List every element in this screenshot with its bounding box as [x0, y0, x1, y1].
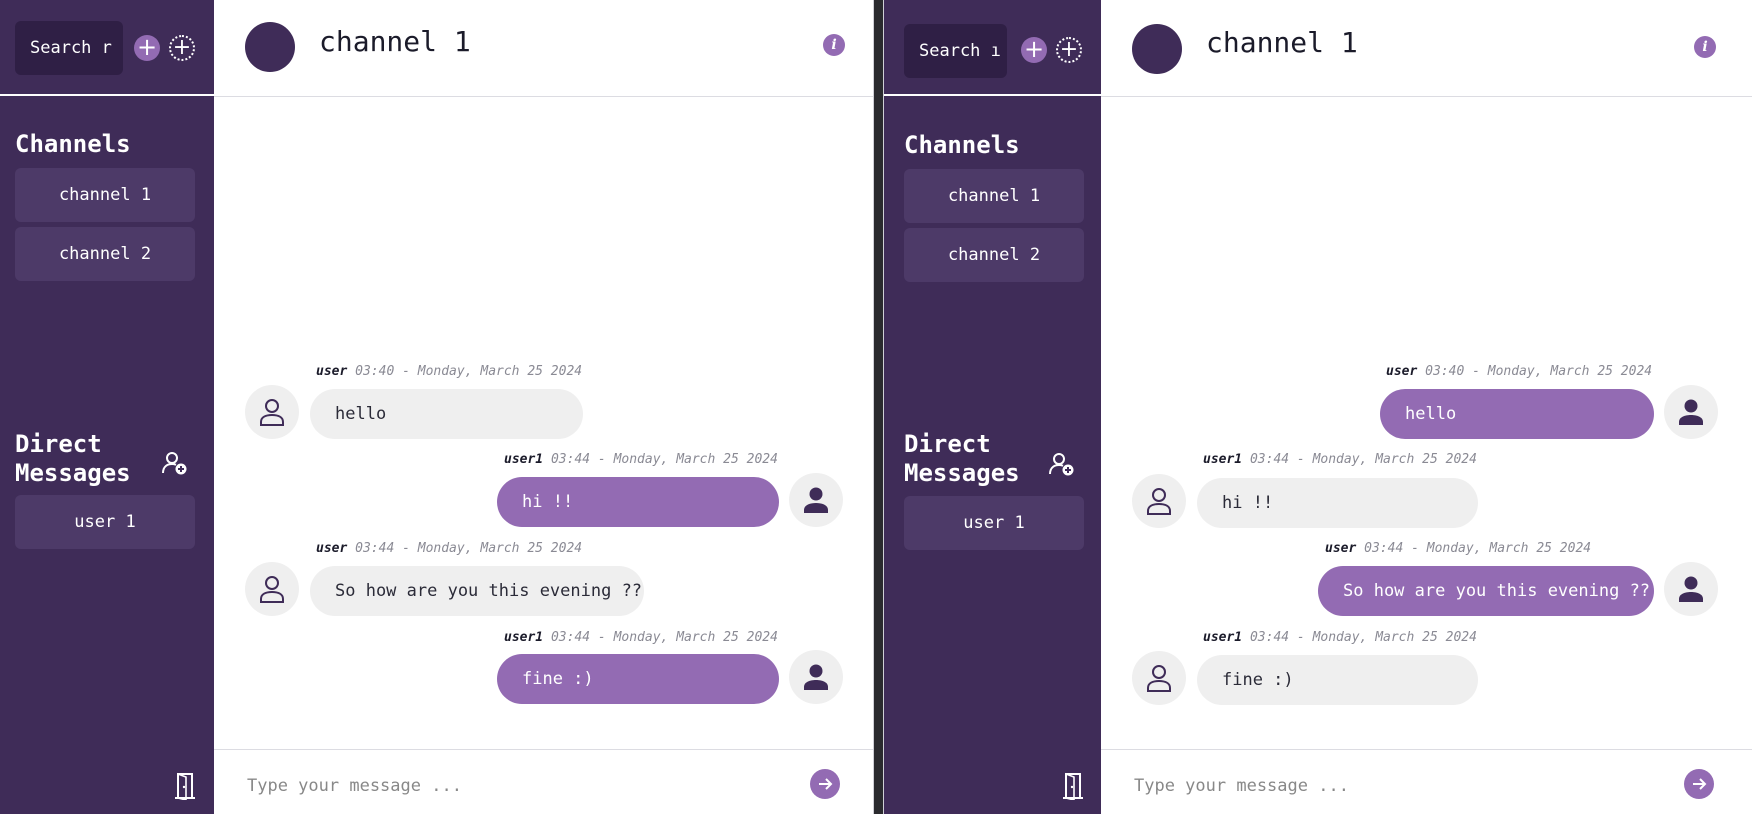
channel-title: channel 1 [319, 25, 471, 58]
message-bubble: hello [310, 389, 583, 439]
message-input[interactable] [1134, 772, 1694, 800]
avatar [245, 562, 299, 616]
message-bubble: fine :) [497, 654, 779, 704]
message-time: 03:44 - Monday, March 25 2024 [550, 452, 778, 467]
message-bubble: So how are you this evening ?? [1318, 566, 1654, 616]
join-channel-button[interactable]: + [1056, 37, 1082, 63]
message-time: 03:44 - Monday, March 25 2024 [355, 541, 583, 556]
message-meta: user1 03:44 - Monday, March 25 2024 [504, 452, 778, 468]
sidebar-item-channel-1[interactable]: channel 1 [15, 168, 195, 222]
message-time: 03:40 - Monday, March 25 2024 [1425, 364, 1653, 379]
send-button[interactable] [810, 769, 840, 799]
direct-messages-heading: Direct Messages [904, 430, 1034, 488]
dm-heading-line2: Messages [904, 459, 1020, 487]
message-meta: user1 03:44 - Monday, March 25 2024 [504, 630, 778, 646]
message-time: 03:44 - Monday, March 25 2024 [550, 630, 778, 645]
user-filled-icon [1679, 399, 1703, 425]
chat-header: channel 1 i [1101, 0, 1752, 97]
sidebar-item-user-1[interactable]: user 1 [15, 495, 195, 549]
message-author: user1 [1203, 630, 1243, 645]
avatar [789, 473, 843, 527]
chat-window-left: Search r + + Channels channel 1 channel … [0, 0, 874, 814]
message-input[interactable] [247, 772, 807, 800]
create-channel-button[interactable]: + [134, 35, 160, 61]
send-arrow-icon [1693, 778, 1707, 790]
channel-avatar [245, 22, 295, 72]
message-meta: user 03:40 - Monday, March 25 2024 [316, 364, 582, 380]
sidebar-item-user-1[interactable]: user 1 [904, 496, 1084, 550]
direct-messages-heading: Direct Messages [15, 430, 145, 488]
message-author: user1 [504, 452, 544, 467]
search-input[interactable]: Search ı [904, 24, 1007, 78]
chat-main: channel 1 i user 03:40 - Monday, March 2… [214, 0, 873, 814]
door-icon[interactable] [1062, 772, 1084, 800]
door-icon[interactable] [174, 772, 196, 800]
channel-avatar [1132, 24, 1182, 74]
sidebar: Search r + + Channels channel 1 channel … [0, 0, 214, 814]
sidebar-top: Search ı + + [884, 0, 1101, 96]
message-author: user [1325, 541, 1357, 556]
user-outline-icon [1147, 488, 1171, 515]
message-time: 03:40 - Monday, March 25 2024 [355, 364, 583, 379]
message-time: 03:44 - Monday, March 25 2024 [1364, 541, 1592, 556]
dm-heading-line2: Messages [15, 459, 131, 487]
add-user-icon[interactable] [162, 450, 188, 476]
join-channel-button[interactable]: + [169, 35, 195, 61]
channel-title: channel 1 [1206, 26, 1358, 59]
channels-heading: Channels [904, 131, 1020, 159]
message-time: 03:44 - Monday, March 25 2024 [1249, 452, 1477, 467]
message-meta: user 03:44 - Monday, March 25 2024 [316, 541, 582, 557]
add-user-icon[interactable] [1049, 451, 1075, 477]
sidebar-item-channel-1[interactable]: channel 1 [904, 169, 1084, 223]
avatar [1664, 562, 1718, 616]
dm-heading-line1: Direct [15, 430, 102, 458]
message-meta: user 03:44 - Monday, March 25 2024 [1325, 541, 1591, 557]
create-channel-button[interactable]: + [1021, 37, 1047, 63]
user-outline-icon [1147, 665, 1171, 692]
user-outline-icon [260, 576, 284, 603]
message-author: user [316, 541, 348, 556]
message-bubble: fine :) [1197, 655, 1478, 705]
message-author: user [1386, 364, 1418, 379]
search-input[interactable]: Search r [15, 21, 123, 75]
info-icon[interactable]: i [823, 34, 845, 56]
sidebar-top: Search r + + [0, 0, 214, 96]
send-button[interactable] [1684, 769, 1714, 799]
avatar [1664, 385, 1718, 439]
message-bubble: hello [1380, 389, 1654, 439]
message-author: user1 [504, 630, 544, 645]
user-outline-icon [260, 399, 284, 426]
avatar [1132, 474, 1186, 528]
message-bubble: So how are you this evening ?? [310, 566, 644, 616]
user-filled-icon [1679, 576, 1703, 602]
user-filled-icon [804, 487, 828, 513]
message-author: user1 [1203, 452, 1243, 467]
window-gap [874, 0, 883, 814]
sidebar: Search ı + + Channels channel 1 channel … [884, 0, 1101, 814]
chat-window-right: Search ı + + Channels channel 1 channel … [883, 0, 1752, 814]
chat-header: channel 1 i [214, 0, 873, 97]
message-meta: user 03:40 - Monday, March 25 2024 [1386, 364, 1652, 380]
send-arrow-icon [819, 778, 833, 790]
avatar [245, 385, 299, 439]
message-meta: user1 03:44 - Monday, March 25 2024 [1203, 630, 1477, 646]
user-filled-icon [804, 664, 828, 690]
chat-main: channel 1 i user 03:40 - Monday, March 2… [1101, 0, 1752, 814]
sidebar-item-channel-2[interactable]: channel 2 [904, 228, 1084, 282]
sidebar-item-channel-2[interactable]: channel 2 [15, 227, 195, 281]
avatar [789, 650, 843, 704]
avatar [1132, 651, 1186, 705]
message-composer [214, 749, 873, 814]
channels-heading: Channels [15, 130, 131, 158]
message-bubble: hi !! [497, 477, 779, 527]
message-author: user [316, 364, 348, 379]
message-meta: user1 03:44 - Monday, March 25 2024 [1203, 452, 1477, 468]
message-time: 03:44 - Monday, March 25 2024 [1249, 630, 1477, 645]
message-composer [1101, 749, 1752, 814]
info-icon[interactable]: i [1694, 36, 1716, 58]
message-bubble: hi !! [1197, 478, 1478, 528]
dm-heading-line1: Direct [904, 430, 991, 458]
